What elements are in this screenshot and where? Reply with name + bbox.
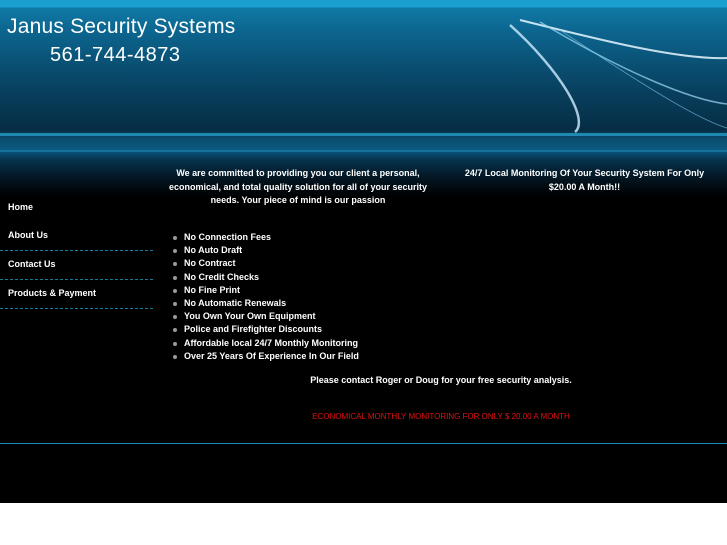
feature-item: Police and Firefighter Discounts bbox=[172, 323, 359, 336]
footer-divider bbox=[0, 443, 727, 444]
feature-item: No Auto Draft bbox=[172, 244, 359, 257]
sidebar-nav: Home About Us Contact Us Products & Paym… bbox=[0, 194, 153, 309]
feature-item: Affordable local 24/7 Monthly Monitoring bbox=[172, 337, 359, 350]
features-list: No Connection Fees No Auto Draft No Cont… bbox=[172, 231, 359, 363]
nav-item-products-payment[interactable]: Products & Payment bbox=[0, 280, 153, 309]
feature-item: No Credit Checks bbox=[172, 271, 359, 284]
feature-item: No Automatic Renewals bbox=[172, 297, 359, 310]
monitoring-banner: ECONOMICAL MONTHLY MONITORING FOR ONLY $… bbox=[312, 412, 570, 421]
nav-item-about-us[interactable]: About Us bbox=[0, 222, 153, 251]
nav-item-contact-us[interactable]: Contact Us bbox=[0, 251, 153, 280]
feature-item: No Contract bbox=[172, 257, 359, 270]
contact-message: Please contact Roger or Doug for your fr… bbox=[310, 375, 572, 385]
site-phone: 561-744-4873 bbox=[50, 44, 181, 66]
nav-item-home[interactable]: Home bbox=[0, 194, 153, 222]
site-title: Janus Security Systems bbox=[7, 15, 236, 38]
feature-item: No Connection Fees bbox=[172, 231, 359, 244]
page: Janus Security Systems 561-744-4873 Home… bbox=[0, 0, 727, 503]
feature-item: You Own Your Own Equipment bbox=[172, 310, 359, 323]
feature-item: No Fine Print bbox=[172, 284, 359, 297]
promo-text: 24/7 Local Monitoring Of Your Security S… bbox=[464, 168, 705, 192]
mission-statement: We are committed to providing you our cl… bbox=[168, 168, 428, 205]
feature-item: Over 25 Years Of Experience In Our Field bbox=[172, 350, 359, 363]
